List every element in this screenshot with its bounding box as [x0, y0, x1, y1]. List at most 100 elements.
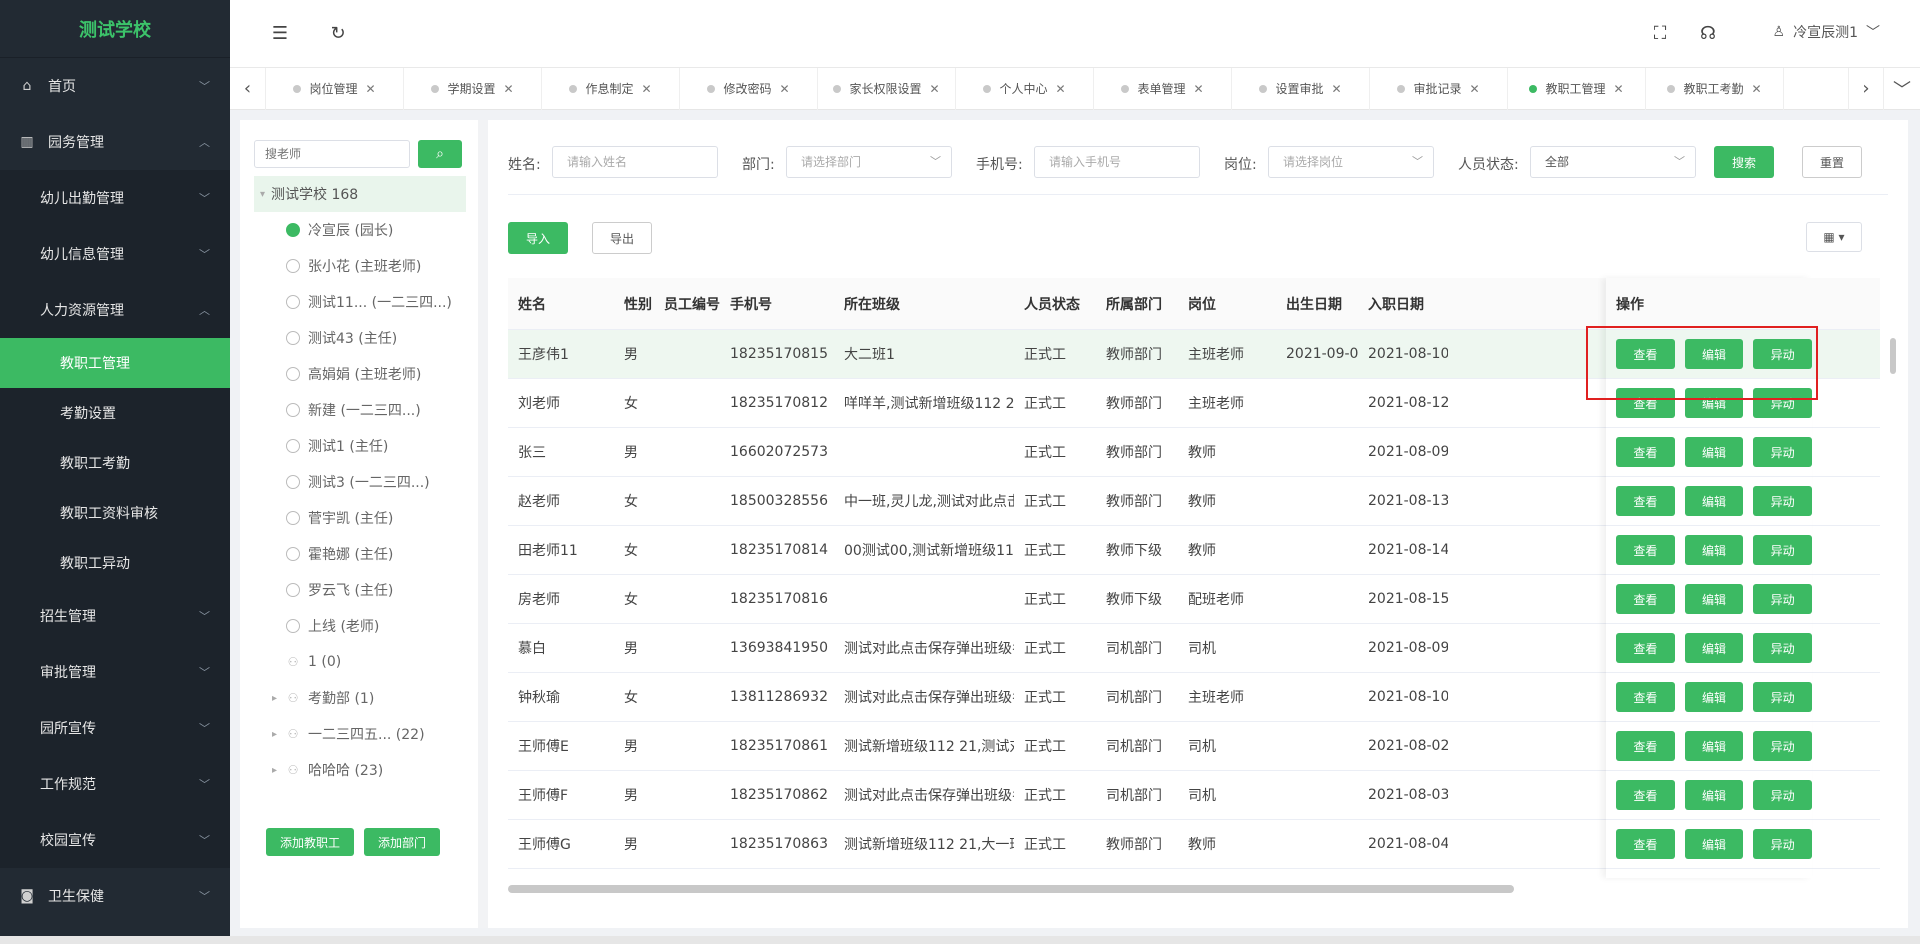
edit-button[interactable]: 编辑	[1684, 829, 1744, 859]
add-staff-button[interactable]: 添加教职工	[266, 828, 355, 856]
headset-icon[interactable]: ☊	[1698, 24, 1718, 44]
menu-health[interactable]: ◙ 卫生保健 ﹀	[0, 868, 230, 924]
tab-dropdown-icon[interactable]: ﹀	[1884, 68, 1920, 110]
tree-search-button[interactable]: ⌕	[418, 140, 462, 168]
tree-node[interactable]: 罗云飞 (主任)	[286, 572, 466, 608]
refresh-icon[interactable]: ↻	[328, 24, 348, 44]
transfer-button[interactable]: 异动	[1753, 437, 1813, 467]
tree-group[interactable]: ▸ ⚇ 考勤部 (1)	[272, 680, 466, 716]
tab-item[interactable]: 教职工管理 ✕	[1508, 67, 1646, 110]
menu-att-settings[interactable]: 考勤设置	[0, 388, 230, 438]
view-button[interactable]: 查看	[1616, 584, 1675, 614]
close-icon[interactable]: ✕	[365, 82, 375, 96]
tree-node[interactable]: 测试43 (主任)	[286, 320, 466, 356]
close-icon[interactable]: ✕	[1613, 82, 1623, 96]
close-icon[interactable]: ✕	[1751, 82, 1761, 96]
close-icon[interactable]: ✕	[503, 82, 513, 96]
close-icon[interactable]: ✕	[1055, 82, 1065, 96]
column-toggle-button[interactable]: ▦ ▾	[1806, 222, 1862, 252]
close-icon[interactable]: ✕	[1193, 82, 1203, 96]
menu-staff-mgmt[interactable]: 教职工管理	[0, 338, 230, 388]
transfer-button[interactable]: 异动	[1753, 731, 1813, 761]
tree-node[interactable]: 新建 (一二三四...)	[286, 392, 466, 428]
close-icon[interactable]: ✕	[1331, 82, 1341, 96]
transfer-button[interactable]: 异动	[1753, 682, 1813, 712]
add-dept-button[interactable]: 添加部门	[364, 828, 441, 856]
tree-node[interactable]: 高娟娟 (主班老师)	[286, 356, 466, 392]
export-button[interactable]: 导出	[592, 222, 652, 254]
name-input[interactable]: 请输入姓名	[552, 146, 718, 178]
tab-item[interactable]: 设置审批 ✕	[1232, 67, 1370, 110]
tab-item[interactable]: 个人中心 ✕	[956, 67, 1094, 110]
tab-item[interactable]: 表单管理 ✕	[1094, 67, 1232, 110]
view-button[interactable]: 查看	[1616, 829, 1675, 859]
transfer-button[interactable]: 异动	[1753, 780, 1813, 810]
tree-node[interactable]: 测试11... (一二三四...)	[286, 284, 466, 320]
user-menu[interactable]: ♙ 冷宣辰测1 ﹀	[1773, 22, 1880, 42]
close-icon[interactable]: ✕	[779, 82, 789, 96]
close-icon[interactable]: ✕	[641, 82, 651, 96]
vertical-scrollbar[interactable]	[1890, 338, 1896, 374]
tab-item[interactable]: 审批记录 ✕	[1370, 67, 1508, 110]
tab-item[interactable]: 家长权限设置 ✕	[818, 67, 956, 110]
tree-node[interactable]: 测试1 (主任)	[286, 428, 466, 464]
view-button[interactable]: 查看	[1616, 731, 1675, 761]
transfer-button[interactable]: 异动	[1753, 829, 1813, 859]
menu-campus-promo[interactable]: 校园宣传 ﹀	[0, 812, 230, 868]
tree-search-input[interactable]	[254, 140, 410, 168]
tree-node[interactable]: 张小花 (主班老师)	[286, 248, 466, 284]
close-icon[interactable]: ✕	[929, 82, 939, 96]
transfer-button[interactable]: 异动	[1753, 535, 1813, 565]
menu-attendance[interactable]: 幼儿出勤管理 ﹀	[0, 170, 230, 226]
tab-item[interactable]: 修改密码 ✕	[680, 67, 818, 110]
view-button[interactable]: 查看	[1616, 486, 1675, 516]
tab-item[interactable]: 岗位管理 ✕	[266, 67, 404, 110]
reset-button[interactable]: 重置	[1802, 146, 1862, 178]
transfer-button[interactable]: 异动	[1753, 584, 1813, 614]
tree-node[interactable]: 菅宇凯 (主任)	[286, 500, 466, 536]
edit-button[interactable]: 编辑	[1684, 633, 1744, 663]
view-button[interactable]: 查看	[1616, 682, 1675, 712]
import-button[interactable]: 导入	[508, 222, 568, 254]
dept-select[interactable]: 请选择部门 ﹀	[786, 146, 952, 178]
menu-promo[interactable]: 园所宣传 ﹀	[0, 700, 230, 756]
edit-button[interactable]: 编辑	[1684, 535, 1744, 565]
menu-child-info[interactable]: 幼儿信息管理 ﹀	[0, 226, 230, 282]
menu-approval[interactable]: 审批管理 ﹀	[0, 644, 230, 700]
menu-home[interactable]: ⌂ 首页 ﹀	[0, 58, 230, 114]
tab-scroll-left-icon[interactable]: ‹	[230, 67, 266, 110]
post-select[interactable]: 请选择岗位 ﹀	[1268, 146, 1434, 178]
edit-button[interactable]: 编辑	[1684, 437, 1744, 467]
view-button[interactable]: 查看	[1616, 437, 1675, 467]
status-select[interactable]: 全部 ﹀	[1530, 146, 1696, 178]
edit-button[interactable]: 编辑	[1684, 682, 1744, 712]
horizontal-scrollbar[interactable]	[508, 885, 1514, 893]
tree-node[interactable]: 测试3 (一二三四...)	[286, 464, 466, 500]
menu-fold-icon[interactable]: ☰	[270, 24, 290, 44]
menu-enroll[interactable]: 招生管理 ﹀	[0, 588, 230, 644]
tab-item[interactable]: 作息制定 ✕	[542, 67, 680, 110]
menu-staff-review[interactable]: 教职工资料审核	[0, 488, 230, 538]
tree-group[interactable]: ▸ ⚇ 哈哈哈 (23)	[272, 752, 466, 788]
tab-item[interactable]: 教职工考勤 ✕	[1646, 67, 1784, 110]
tree-root[interactable]: ▾ 测试学校 168	[254, 176, 466, 212]
edit-button[interactable]: 编辑	[1684, 486, 1744, 516]
tree-node[interactable]: 霍艳娜 (主任)	[286, 536, 466, 572]
edit-button[interactable]: 编辑	[1684, 780, 1744, 810]
phone-input[interactable]: 请输入手机号	[1034, 146, 1200, 178]
menu-staff-att[interactable]: 教职工考勤	[0, 438, 230, 488]
search-button[interactable]: 搜索	[1714, 146, 1774, 178]
fullscreen-icon[interactable]: ⛶	[1650, 24, 1670, 44]
transfer-button[interactable]: 异动	[1753, 633, 1813, 663]
page-scrollbar[interactable]	[1908, 110, 1920, 944]
menu-garden[interactable]: ▥ 园务管理 ︿	[0, 114, 230, 170]
tree-node[interactable]: 上线 (老师)	[286, 608, 466, 644]
edit-button[interactable]: 编辑	[1684, 584, 1744, 614]
tab-scroll-right-icon[interactable]: ›	[1848, 67, 1884, 110]
tree-node[interactable]: 冷宣辰 (园长)	[286, 212, 466, 248]
menu-work-std[interactable]: 工作规范 ﹀	[0, 756, 230, 812]
transfer-button[interactable]: 异动	[1753, 486, 1813, 516]
view-button[interactable]: 查看	[1616, 633, 1675, 663]
tab-item[interactable]: 学期设置 ✕	[404, 67, 542, 110]
edit-button[interactable]: 编辑	[1684, 731, 1744, 761]
